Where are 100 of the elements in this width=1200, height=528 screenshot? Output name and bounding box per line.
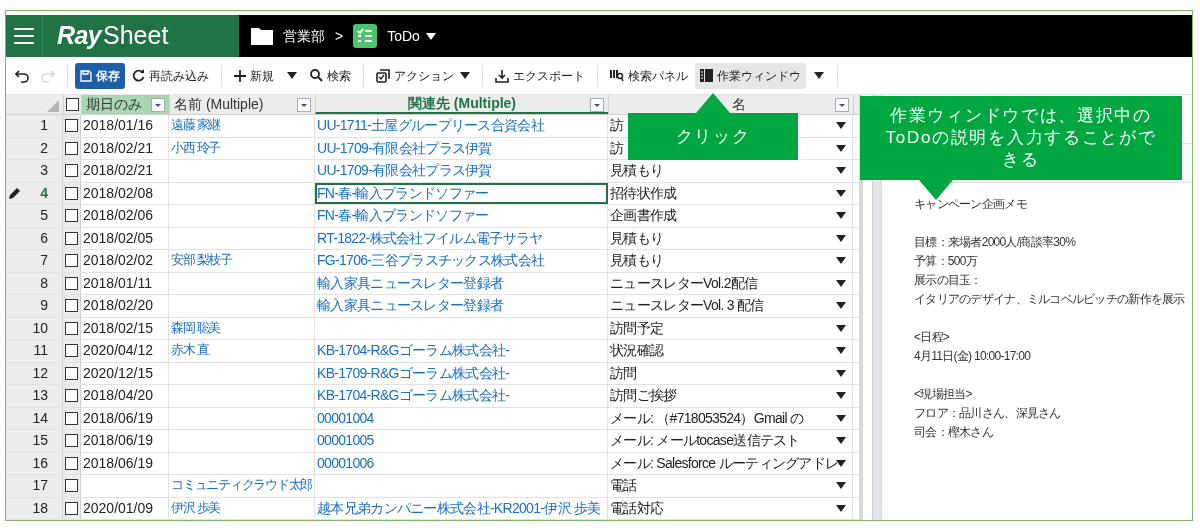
- column-header[interactable]: 名前 (Multiple): [174, 94, 264, 115]
- select-all-icon: [47, 100, 59, 112]
- column-header[interactable]: 名: [732, 94, 746, 115]
- subject-cell-text: ニュースレターVol. 3 配信: [610, 296, 764, 316]
- related-link[interactable]: UU-1711-土屋グループリース合資会社: [317, 115, 544, 137]
- row-number: 9: [40, 296, 48, 316]
- related-link[interactable]: 輸入家具ニュースレター登録者: [317, 295, 504, 317]
- related-link[interactable]: UU-1709-有限会社プラス伊賀: [317, 160, 492, 182]
- related-link[interactable]: UU-1709-有限会社プラス伊賀: [317, 137, 492, 159]
- checkbox[interactable]: [65, 434, 78, 448]
- checkbox[interactable]: [65, 209, 78, 223]
- dropdown-button[interactable]: [836, 324, 846, 332]
- name-link[interactable]: 森岡 聡美: [171, 318, 221, 338]
- breadcrumb-link[interactable]: 営業部: [283, 25, 325, 47]
- name-link[interactable]: コミュニティクラウド太郎: [171, 476, 312, 496]
- checkbox[interactable]: [65, 321, 78, 335]
- subject-cell-text: 見積もり: [610, 228, 664, 248]
- new-button[interactable]: 新規: [229, 62, 279, 89]
- dropdown-button[interactable]: [836, 212, 846, 219]
- action-button[interactable]: アクション: [371, 62, 475, 89]
- checkbox[interactable]: [66, 98, 79, 111]
- dropdown-button[interactable]: [836, 459, 846, 467]
- checkbox[interactable]: [65, 254, 78, 268]
- checkbox[interactable]: [65, 411, 78, 425]
- filter-button[interactable]: [297, 98, 311, 112]
- dropdown-button[interactable]: [836, 437, 846, 444]
- reload-button[interactable]: 再読み込み: [127, 62, 214, 89]
- subject-cell-text: 訪: [610, 116, 624, 136]
- checkbox[interactable]: [65, 501, 78, 515]
- subject-cell-text: 見積もり: [610, 251, 664, 271]
- menu-button[interactable]: [6, 15, 43, 57]
- memo-line: 予算：500万: [914, 253, 979, 270]
- search-button[interactable]: 検索: [305, 62, 356, 89]
- dropdown-button[interactable]: [836, 369, 846, 377]
- dropdown-button[interactable]: [836, 234, 846, 242]
- checkbox[interactable]: [65, 479, 78, 493]
- subject-cell-text: 電話: [610, 476, 637, 496]
- subject-cell-text: 企画書作成: [610, 206, 677, 226]
- related-link[interactable]: 越本兄弟カンパニー株式会社-KR2001-伊沢 歩美: [317, 497, 601, 519]
- date-cell-text: 2018/01/11: [83, 273, 153, 293]
- checkbox[interactable]: [65, 231, 78, 245]
- subject-cell-text: 見積もり: [610, 161, 664, 181]
- dropdown-button[interactable]: [836, 122, 846, 129]
- related-link[interactable]: 00001006: [317, 452, 374, 474]
- dropdown-button[interactable]: [836, 482, 846, 489]
- checkbox[interactable]: [65, 186, 78, 200]
- dropdown-button[interactable]: [836, 257, 846, 264]
- related-link[interactable]: FN-春-輸入ブランドソファー: [317, 205, 489, 227]
- checkbox[interactable]: [65, 389, 78, 403]
- dropdown-button[interactable]: [836, 189, 846, 197]
- filter-button[interactable]: [835, 98, 849, 112]
- related-link[interactable]: 00001005: [317, 430, 374, 452]
- checkbox[interactable]: [65, 344, 78, 358]
- related-link[interactable]: KB-1709-R&Gゴーラム株式会社-: [317, 362, 510, 384]
- dropdown-button[interactable]: [836, 144, 846, 152]
- checkbox[interactable]: [65, 141, 78, 155]
- name-link[interactable]: 小西 玲子: [171, 138, 221, 158]
- save-button[interactable]: 保存: [75, 62, 125, 89]
- row-number: 18: [32, 498, 48, 518]
- related-link[interactable]: 輸入家具ニュースレター登録者: [317, 272, 504, 294]
- filter-button[interactable]: [151, 98, 165, 112]
- checkbox[interactable]: [65, 299, 78, 313]
- export-button[interactable]: エクスポート: [490, 62, 590, 89]
- name-link[interactable]: 安部 梨枝子: [171, 251, 232, 271]
- dropdown-button[interactable]: [836, 347, 846, 354]
- checklist-icon: [353, 24, 378, 48]
- dropdown-button[interactable]: [836, 302, 846, 309]
- related-link[interactable]: 00001004: [317, 407, 374, 429]
- memo-line: フロア：品川さん、深見さん: [914, 405, 1062, 422]
- name-link[interactable]: 伊沢 歩美: [171, 498, 221, 518]
- checkbox[interactable]: [65, 119, 78, 133]
- name-link[interactable]: 遠藤 家継: [171, 116, 221, 136]
- dropdown-button[interactable]: [836, 504, 846, 512]
- dropdown-button[interactable]: [836, 167, 846, 174]
- related-link[interactable]: FN-春-輸入ブランドソファー: [317, 182, 489, 204]
- filter-button[interactable]: [590, 98, 604, 112]
- search-icon: [310, 69, 323, 82]
- related-link[interactable]: RT-1822-株式会社フイルム電子サラヤ: [317, 227, 543, 249]
- date-cell-text: 2018/02/21: [83, 138, 154, 158]
- checkbox[interactable]: [65, 366, 78, 380]
- search-panel-button[interactable]: 検索パネル: [605, 62, 693, 89]
- related-link[interactable]: KB-1704-R&Gゴーラム株式会社-: [317, 340, 510, 362]
- subject-cell-text: メール: （#718053524）Gmail の: [610, 408, 804, 428]
- subject-cell-text: 訪: [610, 138, 624, 158]
- plus-icon: [234, 69, 246, 82]
- checkbox[interactable]: [65, 276, 78, 290]
- dropdown-button[interactable]: [836, 279, 846, 287]
- sheet-dropdown[interactable]: ToDo: [387, 25, 436, 47]
- name-link[interactable]: 赤木 直: [171, 341, 209, 361]
- checkbox[interactable]: [65, 164, 78, 178]
- related-link[interactable]: KB-1704-R&Gゴーラム株式会社-: [317, 385, 510, 407]
- menu-icon: [14, 28, 34, 44]
- work-window-button[interactable]: 作業ウィンドウ: [695, 62, 806, 89]
- dropdown-button[interactable]: [836, 392, 846, 399]
- dropdown-button[interactable]: [836, 414, 846, 422]
- checkbox[interactable]: [65, 456, 78, 470]
- row-number: 16: [32, 453, 48, 473]
- column-header[interactable]: 関連先 (Multiple): [407, 93, 517, 114]
- row-number: 17: [32, 476, 48, 496]
- related-link[interactable]: FG-1706-三谷プラスチックス株式会社: [317, 250, 545, 272]
